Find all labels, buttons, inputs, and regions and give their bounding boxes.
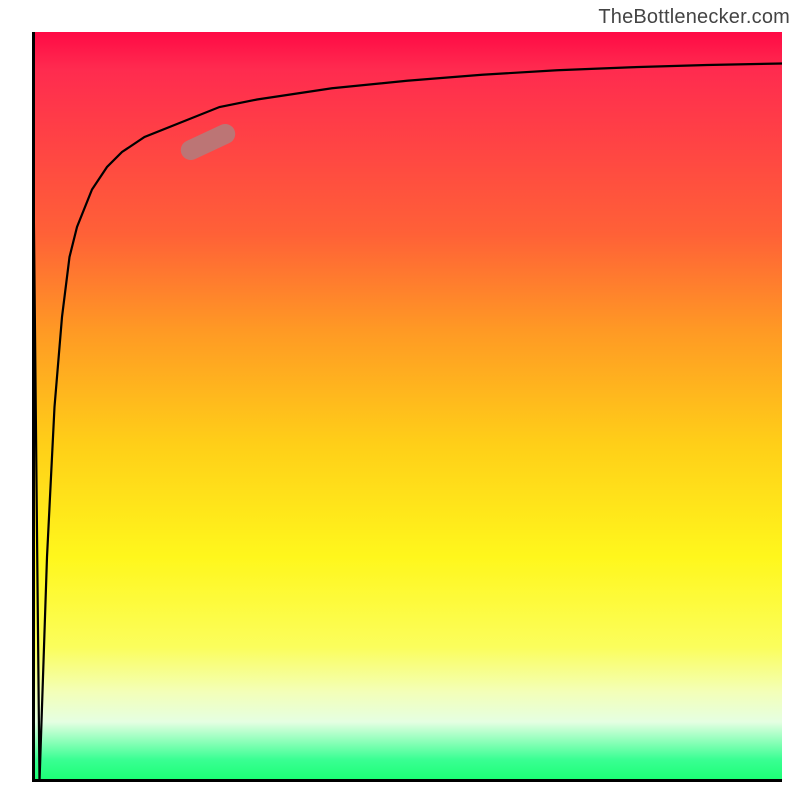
axes-border xyxy=(32,32,782,782)
chart-area xyxy=(32,32,782,782)
highlight-marker xyxy=(177,121,238,164)
bottleneck-curve xyxy=(32,32,782,782)
gradient-background xyxy=(32,32,782,782)
curve-path xyxy=(32,32,782,782)
attribution-text: TheBottlenecker.com xyxy=(598,6,790,29)
